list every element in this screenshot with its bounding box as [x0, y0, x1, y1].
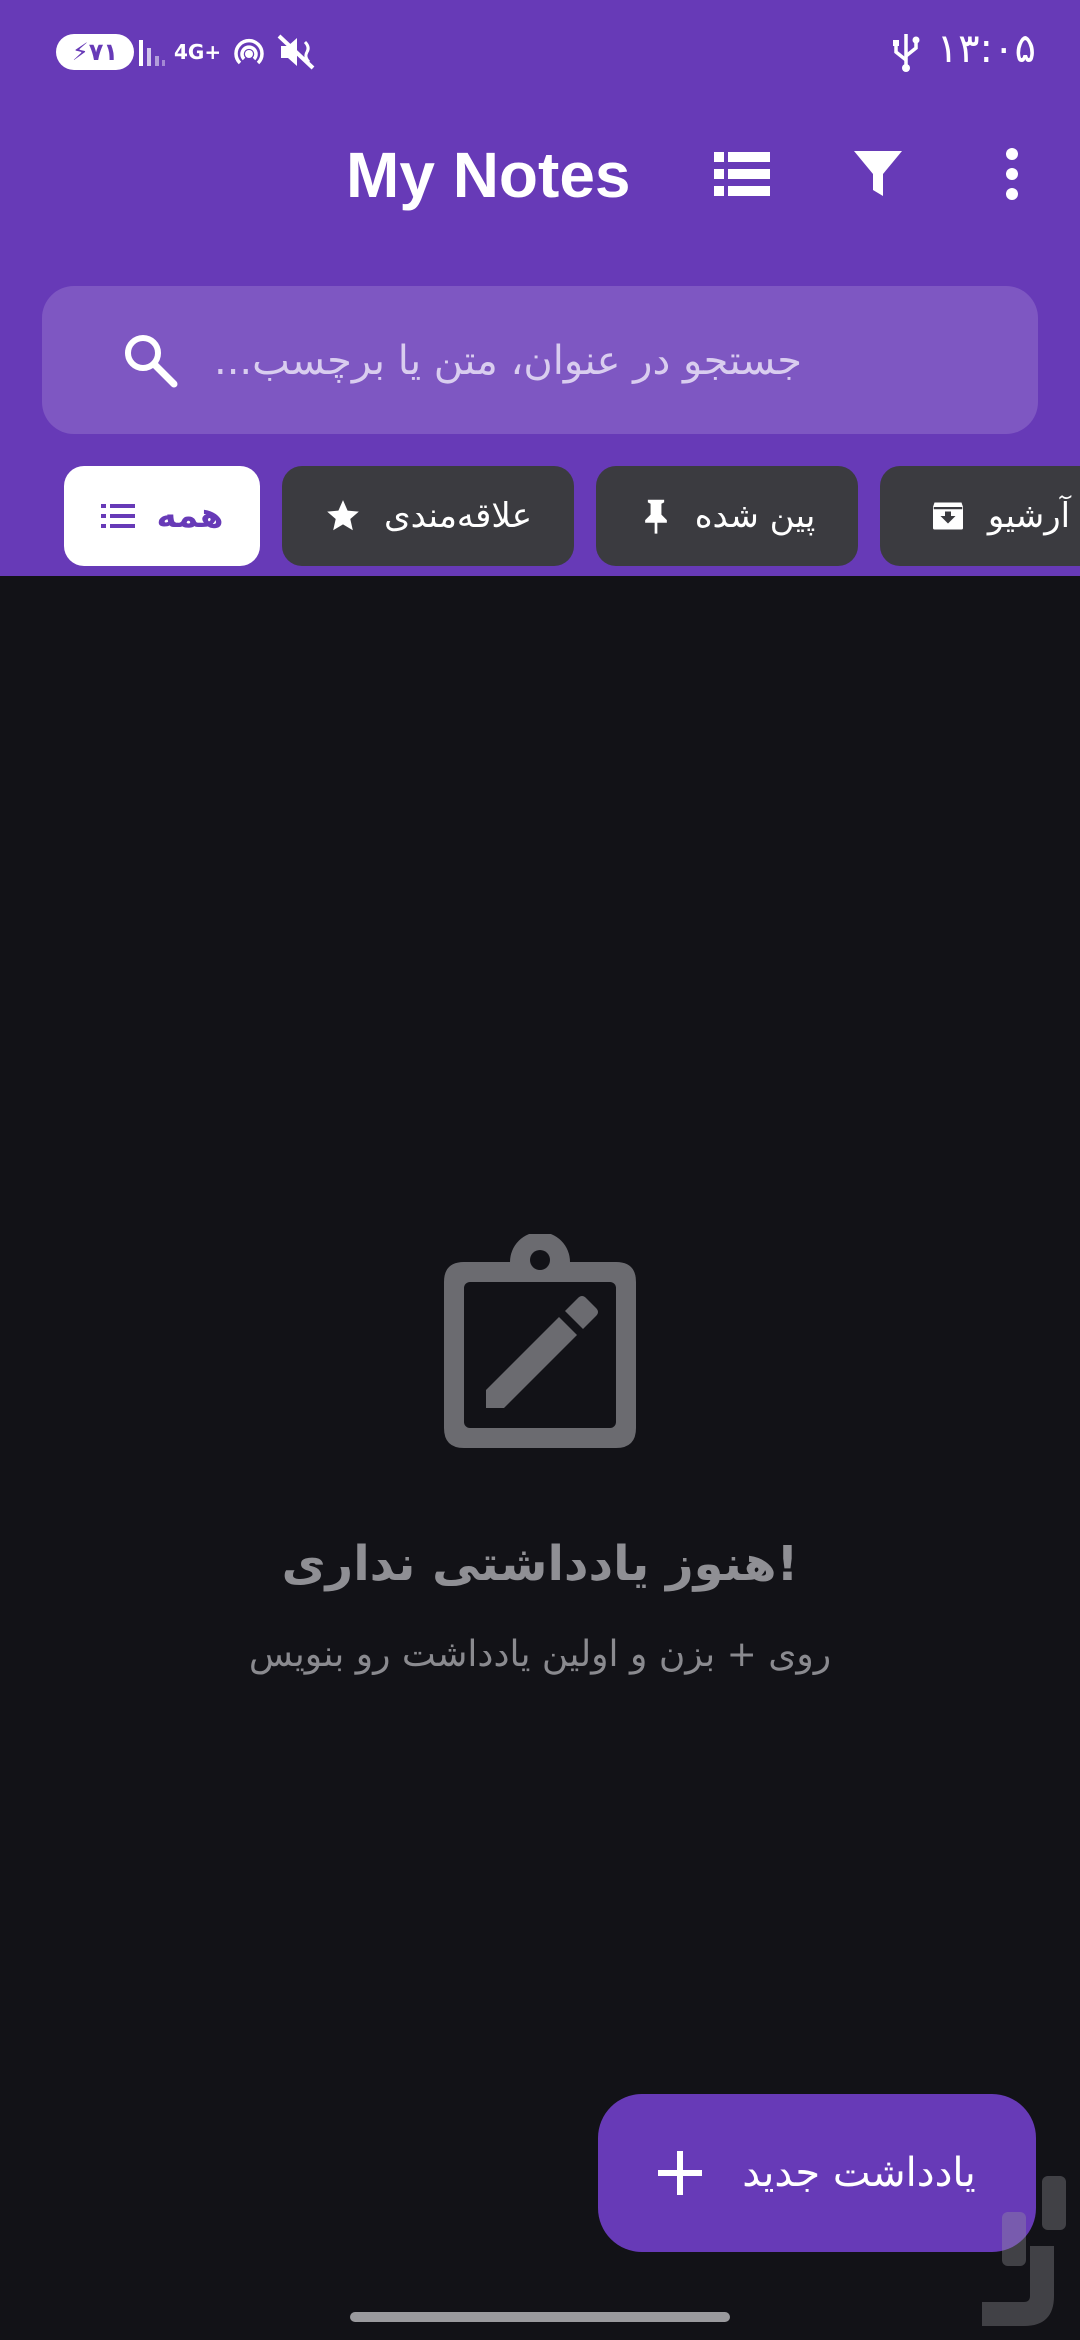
empty-state-title: !هنوز یادداشتی نداری	[281, 1536, 799, 1592]
new-note-button[interactable]: یادداشت جدید	[598, 2094, 1036, 2252]
chip-all[interactable]: همه	[64, 466, 260, 566]
search-input[interactable]	[212, 322, 1006, 400]
usb-icon	[893, 34, 920, 72]
app-bar: ⚡۷۱ 4G+ ۱۳:۰۵ My Notes ...جستجو در عنوان…	[0, 0, 1080, 576]
chip-label: همه	[156, 496, 224, 536]
mute-icon	[277, 34, 315, 70]
battery-level: ۷۱	[88, 38, 119, 66]
hotspot-icon	[234, 38, 264, 65]
empty-state-subtitle: روی + بزن و اولین یادداشت رو بنویس	[248, 1634, 832, 1675]
view-list-icon	[714, 152, 770, 196]
battery-indicator: ⚡۷۱	[56, 34, 134, 70]
network-type: 4G+	[174, 40, 222, 64]
more-vert-icon	[1006, 148, 1018, 200]
view-mode-button[interactable]	[706, 138, 778, 210]
status-icons: 4G+	[138, 30, 317, 74]
filter-icon	[854, 151, 902, 196]
pin-icon	[644, 499, 667, 534]
chip-label: علاقه‌مندی	[384, 496, 532, 536]
list-icon	[100, 504, 135, 528]
status-bar: ⚡۷۱ 4G+ ۱۳:۰۵	[0, 0, 1080, 100]
plus-icon	[658, 2151, 703, 2195]
chip-label: آرشیو	[987, 496, 1071, 536]
search-bar[interactable]	[42, 286, 1038, 434]
watermark-logo	[982, 2176, 1066, 2326]
clipboard-edit-icon	[444, 1234, 636, 1448]
filter-button[interactable]	[842, 138, 914, 210]
page-title: My Notes	[346, 139, 631, 211]
star-icon	[327, 500, 359, 531]
search-icon	[125, 335, 178, 388]
chip-favorites[interactable]: علاقه‌مندی	[282, 466, 574, 566]
more-options-button[interactable]	[976, 138, 1048, 210]
chip-label: پین شده	[694, 496, 816, 536]
status-time: ۱۳:۰۵	[936, 26, 1036, 72]
archive-icon	[932, 502, 963, 530]
chip-pinned[interactable]: پین شده	[596, 466, 858, 566]
signal-icon	[139, 40, 165, 66]
home-indicator[interactable]	[350, 2312, 730, 2322]
chip-archive[interactable]: آرشیو	[880, 466, 1080, 566]
battery-charging-icon: ⚡	[71, 38, 89, 66]
notes-screen: ⚡۷۱ 4G+ ۱۳:۰۵ My Notes ...جستجو در عنوان…	[0, 0, 1080, 2340]
fab-label: یادداشت جدید	[742, 2150, 976, 2196]
